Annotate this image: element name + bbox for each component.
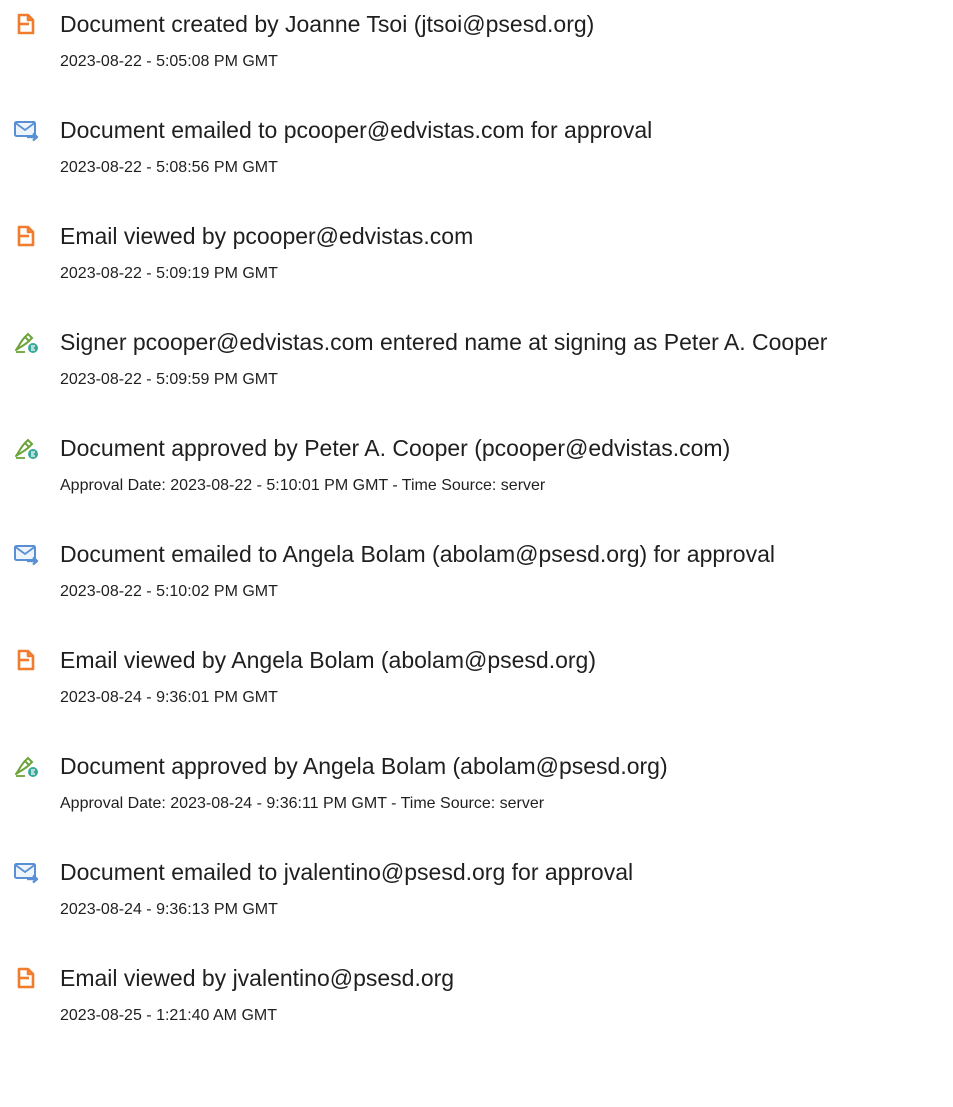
history-event: Document emailed to jvalentino@psesd.org… xyxy=(0,858,953,944)
history-event: Document approved by Angela Bolam (abola… xyxy=(0,752,953,838)
event-timestamp: 2023-08-22 - 5:09:19 PM GMT xyxy=(60,265,278,282)
event-timestamp: 2023-08-22 - 5:08:56 PM GMT xyxy=(60,159,278,176)
event-title: Email viewed by pcooper@edvistas.com xyxy=(60,223,474,249)
signature-icon xyxy=(12,328,40,356)
email-icon xyxy=(12,116,40,144)
event-timestamp: Approval Date: 2023-08-24 - 9:36:11 PM G… xyxy=(60,795,545,812)
event-title: Document approved by Peter A. Cooper (pc… xyxy=(60,435,731,461)
history-event: Email viewed by pcooper@edvistas.com 202… xyxy=(0,222,953,308)
event-title: Document created by Joanne Tsoi (jtsoi@p… xyxy=(60,11,595,37)
audit-history: Document created by Joanne Tsoi (jtsoi@p… xyxy=(0,0,953,1107)
event-title: Document emailed to jvalentino@psesd.org… xyxy=(60,859,634,885)
event-timestamp: 2023-08-22 - 5:09:59 PM GMT xyxy=(60,371,278,388)
history-event: Document emailed to Angela Bolam (abolam… xyxy=(0,540,953,626)
event-title: Document approved by Angela Bolam (abola… xyxy=(60,753,668,779)
document-icon xyxy=(12,646,40,674)
email-icon xyxy=(12,858,40,886)
signature-icon xyxy=(12,434,40,462)
document-icon xyxy=(12,964,40,992)
event-title: Document emailed to pcooper@edvistas.com… xyxy=(60,117,653,143)
history-event: Document emailed to pcooper@edvistas.com… xyxy=(0,116,953,202)
history-event: Signer pcooper@edvistas.com entered name… xyxy=(0,328,953,414)
event-timestamp: Approval Date: 2023-08-22 - 5:10:01 PM G… xyxy=(60,477,546,494)
history-event: Email viewed by Angela Bolam (abolam@pse… xyxy=(0,646,953,732)
email-icon xyxy=(12,540,40,568)
history-event: Email viewed by jvalentino@psesd.org 202… xyxy=(0,964,953,1050)
event-timestamp: 2023-08-24 - 9:36:01 PM GMT xyxy=(60,689,278,706)
event-timestamp: 2023-08-25 - 1:21:40 AM GMT xyxy=(60,1007,277,1024)
event-timestamp: 2023-08-22 - 5:10:02 PM GMT xyxy=(60,583,278,600)
event-title: Signer pcooper@edvistas.com entered name… xyxy=(60,329,828,355)
event-timestamp: 2023-08-24 - 9:36:13 PM GMT xyxy=(60,901,278,918)
document-icon xyxy=(12,222,40,250)
signature-icon xyxy=(12,752,40,780)
event-title: Email viewed by Angela Bolam (abolam@pse… xyxy=(60,647,596,673)
document-icon xyxy=(12,10,40,38)
event-title: Email viewed by jvalentino@psesd.org xyxy=(60,965,455,991)
event-timestamp: 2023-08-22 - 5:05:08 PM GMT xyxy=(60,53,278,70)
history-event: Document created by Joanne Tsoi (jtsoi@p… xyxy=(0,10,953,96)
event-title: Document emailed to Angela Bolam (abolam… xyxy=(60,541,775,567)
history-event: Document approved by Peter A. Cooper (pc… xyxy=(0,434,953,520)
